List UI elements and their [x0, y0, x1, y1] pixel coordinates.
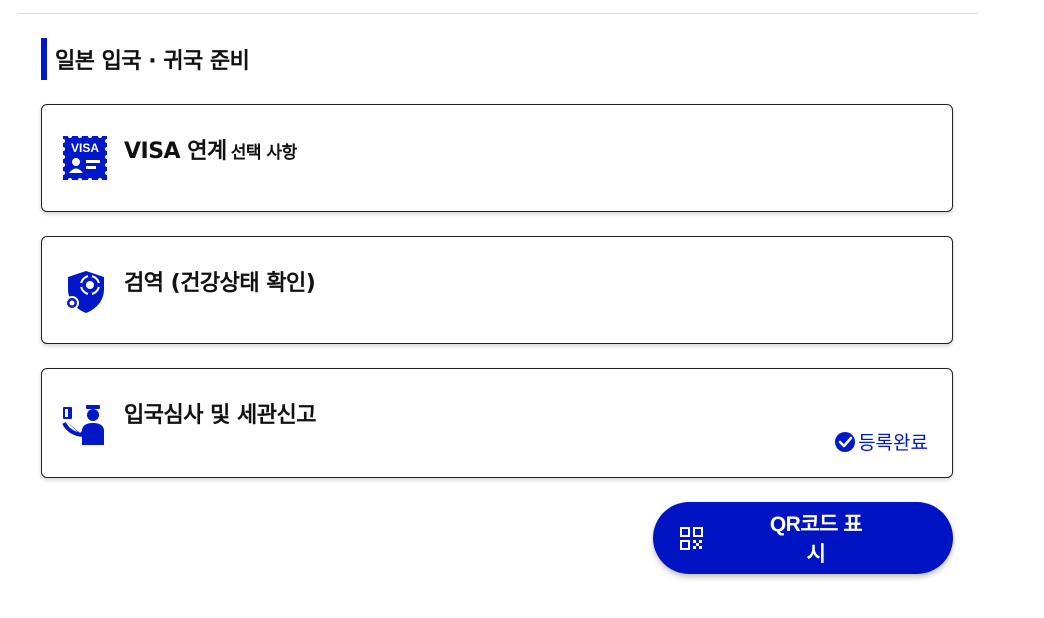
visa-card-title: VISA 연계 선택 사항	[124, 133, 297, 165]
visa-title-text: VISA 연계	[124, 139, 227, 164]
section-accent-bar	[41, 38, 47, 80]
immigration-card-title: 입국심사 및 세관신고	[124, 403, 316, 428]
section-header: 일본 입국 · 귀국 준비	[41, 38, 250, 80]
check-circle-icon	[835, 431, 856, 452]
show-qr-code-button[interactable]: QR코드 표시	[653, 502, 953, 574]
visa-icon: VISA	[60, 133, 110, 183]
visa-optional-label: 선택 사항	[230, 143, 297, 163]
top-divider	[18, 13, 978, 14]
show-qr-code-label: QR코드 표시	[769, 513, 863, 566]
visa-card[interactable]: VISA VISA 연계 선택 사항	[41, 104, 953, 212]
officer-icon	[60, 397, 110, 447]
immigration-card[interactable]: 입국심사 및 세관신고 등록완료	[41, 368, 953, 478]
section-title: 일본 입국 · 귀국 준비	[55, 49, 250, 74]
shield-gear-icon	[60, 265, 110, 315]
svg-text:VISA: VISA	[71, 141, 99, 155]
registration-status: 등록완료	[834, 428, 928, 455]
quarantine-card[interactable]: 검역 (건강상태 확인)	[41, 236, 953, 344]
registration-status-text: 등록완료	[858, 432, 928, 454]
qr-code-icon	[679, 526, 705, 552]
quarantine-card-title: 검역 (건강상태 확인)	[124, 271, 316, 296]
